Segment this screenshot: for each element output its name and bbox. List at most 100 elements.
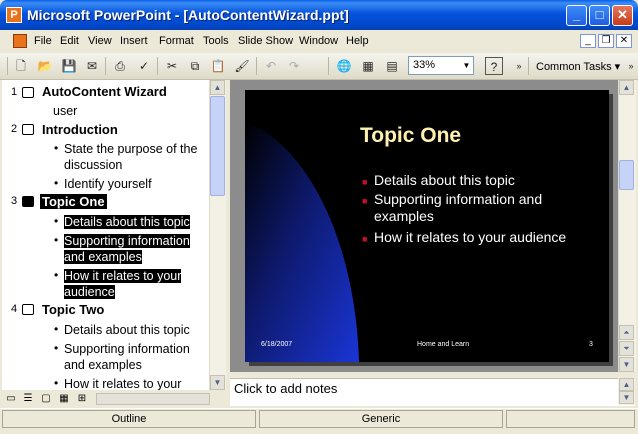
outline-view-icon[interactable]: ☰	[22, 393, 34, 404]
slide-scroll-thumb[interactable]	[619, 160, 634, 190]
previous-slide-icon[interactable]: ⏶	[619, 325, 634, 340]
close-button[interactable]: ✕	[612, 5, 633, 26]
bullet-dot: •	[54, 341, 59, 355]
outline-slide-title-selected[interactable]: Topic One	[40, 194, 107, 209]
outline-bullet-text-selected[interactable]: Details about this topic	[64, 214, 190, 231]
save-icon[interactable]: 💾	[60, 57, 78, 75]
slide-icon[interactable]	[22, 87, 34, 98]
hyperlink-icon[interactable]: 🌐	[335, 57, 353, 75]
new-slide-icon[interactable]: ▤	[383, 57, 401, 75]
insert-chart-icon[interactable]: ▦	[359, 57, 377, 75]
outline-pane[interactable]: 1 AutoContent Wizard user 2 Introduction…	[2, 80, 209, 390]
doc-close-button[interactable]: ✕	[616, 34, 632, 48]
outline-slide-title[interactable]: Introduction	[42, 122, 118, 137]
help-icon[interactable]: ?	[485, 57, 503, 75]
notes-placeholder[interactable]: Click to add notes	[234, 381, 337, 396]
slide-bullet-text[interactable]: Details about this topic	[374, 172, 515, 189]
slide-show-icon[interactable]: ⊞	[76, 393, 88, 404]
horizontal-scrollbar[interactable]	[96, 393, 210, 405]
maximize-button[interactable]: □	[589, 5, 610, 26]
zoom-value: 33%	[413, 59, 436, 71]
menu-insert[interactable]: Insert	[120, 35, 148, 47]
common-tasks-button[interactable]: Common Tasks ▾	[536, 60, 620, 73]
chevron-down-icon[interactable]: ▼	[460, 57, 473, 74]
cut-icon[interactable]: ✂	[163, 57, 181, 75]
powerpoint-app-icon[interactable]: P	[6, 7, 22, 23]
menu-slide-show[interactable]: Slide Show	[238, 35, 293, 47]
slide-footer-text: Home and Learn	[417, 341, 470, 348]
minimize-button[interactable]: _	[566, 5, 587, 26]
outline-bullet-text-selected[interactable]: and examples	[64, 249, 142, 266]
print-icon[interactable]: ⎙	[111, 57, 129, 75]
new-icon[interactable]: 🗋	[12, 57, 30, 75]
outline-bullet-text[interactable]: Supporting information	[64, 341, 190, 358]
outline-bullet-text[interactable]: How it relates to your	[64, 376, 181, 390]
outline-bullet-text[interactable]: Details about this topic	[64, 322, 190, 339]
status-design: Generic	[259, 410, 503, 428]
document-icon[interactable]	[13, 34, 27, 48]
slide-icon[interactable]	[22, 124, 34, 135]
bullet-dot: •	[54, 376, 59, 390]
undo-icon[interactable]: ↶	[262, 57, 280, 75]
slide-number: 2	[11, 123, 18, 135]
format-painter-icon[interactable]: 🖌	[233, 57, 251, 75]
outline-bullet-text[interactable]: Identify yourself	[64, 176, 152, 193]
status-view: Outline	[2, 410, 256, 428]
outline-bullet-text-selected[interactable]: Supporting information	[64, 233, 190, 250]
copy-icon[interactable]: ⧉	[186, 57, 204, 75]
status-empty-panel	[506, 410, 635, 428]
scroll-down-icon[interactable]: ▼	[210, 375, 225, 390]
normal-view-icon[interactable]: ▭	[5, 393, 17, 404]
outline-bullet-text-selected[interactable]: How it relates to your	[64, 268, 182, 285]
toolbar-separator	[328, 57, 329, 75]
menu-tools[interactable]: Tools	[203, 35, 229, 47]
bullet-square-icon: ■	[362, 177, 368, 187]
scroll-down-icon[interactable]: ▼	[619, 391, 634, 404]
redo-icon[interactable]: ↷	[285, 57, 303, 75]
scroll-up-icon[interactable]: ▲	[619, 80, 634, 95]
outline-bullet-text[interactable]: discussion	[64, 157, 122, 174]
bullet-square-icon: ■	[362, 234, 368, 244]
open-icon[interactable]: 📂	[36, 57, 54, 75]
slide-title[interactable]: Topic One	[360, 124, 461, 148]
slide-bullet-text[interactable]: examples	[374, 208, 434, 225]
doc-minimize-button[interactable]: _	[580, 34, 596, 48]
menu-window[interactable]: Window	[299, 35, 338, 47]
toolbar-grip[interactable]	[7, 57, 8, 75]
scroll-up-icon[interactable]: ▲	[619, 378, 634, 391]
slide-icon[interactable]	[22, 304, 34, 315]
spelling-icon[interactable]: ✓	[135, 57, 153, 75]
outline-bullet-text-selected[interactable]: audience	[64, 284, 115, 301]
outline-bullet-text[interactable]: and examples	[64, 357, 142, 374]
toolbar-options-icon[interactable]: »	[510, 57, 528, 75]
toolbar-separator	[105, 57, 106, 75]
menu-view[interactable]: View	[88, 35, 112, 47]
slide-view-icon[interactable]: ▢	[40, 393, 52, 404]
slide-icon[interactable]	[22, 196, 34, 207]
menu-help[interactable]: Help	[346, 35, 369, 47]
outline-scroll-thumb[interactable]	[210, 96, 225, 196]
toolbar-separator	[528, 57, 529, 75]
slide-bullet-text[interactable]: How it relates to your audience	[374, 229, 566, 246]
outline-slide-title[interactable]: AutoContent Wizard	[42, 84, 167, 99]
slide-bullet-text[interactable]: Supporting information and	[374, 191, 542, 208]
scroll-down-icon[interactable]: ▼	[619, 357, 634, 372]
slide-number: 3	[11, 195, 18, 207]
bullet-dot: •	[54, 141, 59, 155]
paste-icon[interactable]: 📋	[209, 57, 227, 75]
slide-sorter-view-icon[interactable]: ▦	[58, 393, 70, 404]
bullet-square-icon: ■	[362, 196, 368, 206]
outline-slide-title[interactable]: Topic Two	[42, 302, 104, 317]
menu-format[interactable]: Format	[159, 35, 194, 47]
scroll-up-icon[interactable]: ▲	[210, 80, 225, 95]
outline-bullet-text[interactable]: State the purpose of the	[64, 141, 197, 158]
menu-file[interactable]: File	[34, 35, 52, 47]
email-icon[interactable]: ✉	[83, 57, 101, 75]
toolbar-options-icon[interactable]: »	[622, 57, 638, 75]
outline-subtitle[interactable]: user	[53, 103, 77, 120]
slide-number: 4	[11, 303, 18, 315]
next-slide-icon[interactable]: ⏷	[619, 341, 634, 356]
menu-edit[interactable]: Edit	[60, 35, 79, 47]
doc-restore-button[interactable]: ❐	[598, 34, 614, 48]
bullet-dot: •	[54, 214, 59, 228]
